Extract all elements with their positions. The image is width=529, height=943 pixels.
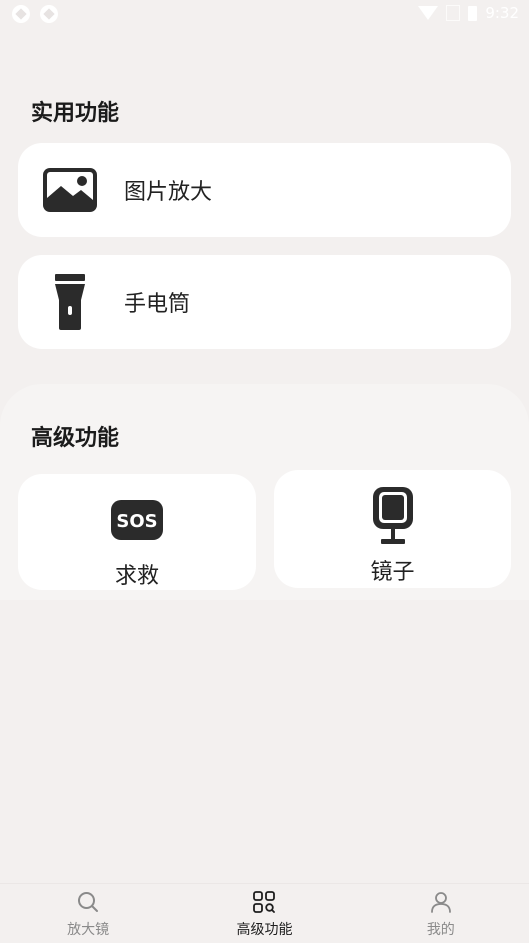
utility-section-title: 实用功能 <box>31 101 120 126</box>
mirror-card[interactable]: 镜子 <box>274 470 511 588</box>
grid-icon <box>253 891 276 917</box>
search-icon <box>77 891 99 917</box>
battery-icon <box>468 5 478 21</box>
flashlight-card[interactable]: 手电筒 <box>18 255 511 349</box>
advanced-section-title: 高级功能 <box>31 426 120 451</box>
mirror-label: 镜子 <box>370 560 415 585</box>
image-enlarge-label: 图片放大 <box>124 180 213 205</box>
nav-magnifier-label: 放大镜 <box>67 922 110 938</box>
nav-profile-label: 我的 <box>426 922 455 938</box>
nav-profile[interactable]: 我的 <box>376 884 506 943</box>
image-enlarge-card[interactable]: 图片放大 <box>18 143 511 237</box>
bottom-navigation: 放大镜 高级功能 我的 <box>0 883 529 943</box>
svg-text:SOS: SOS <box>116 511 157 532</box>
notification-icon <box>40 5 58 23</box>
flashlight-icon <box>40 274 100 330</box>
flashlight-label: 手电筒 <box>124 292 191 317</box>
sos-icon: SOS <box>111 490 163 550</box>
system-indicators: 9:32 <box>418 4 519 22</box>
sos-card[interactable]: SOS 求救 <box>18 474 256 590</box>
user-icon <box>430 891 452 917</box>
nav-advanced-label: 高级功能 <box>236 922 293 938</box>
image-icon <box>40 168 100 212</box>
sos-label: 求救 <box>114 564 159 589</box>
status-bar: 9:32 <box>0 0 529 30</box>
notification-icon <box>12 5 30 23</box>
notification-icons <box>12 5 58 23</box>
wifi-icon <box>418 6 439 20</box>
nav-advanced[interactable]: 高级功能 <box>199 884 329 943</box>
signal-icon <box>446 5 461 21</box>
mirror-icon <box>372 486 413 546</box>
nav-magnifier[interactable]: 放大镜 <box>23 884 153 943</box>
status-time: 9:32 <box>485 4 519 22</box>
